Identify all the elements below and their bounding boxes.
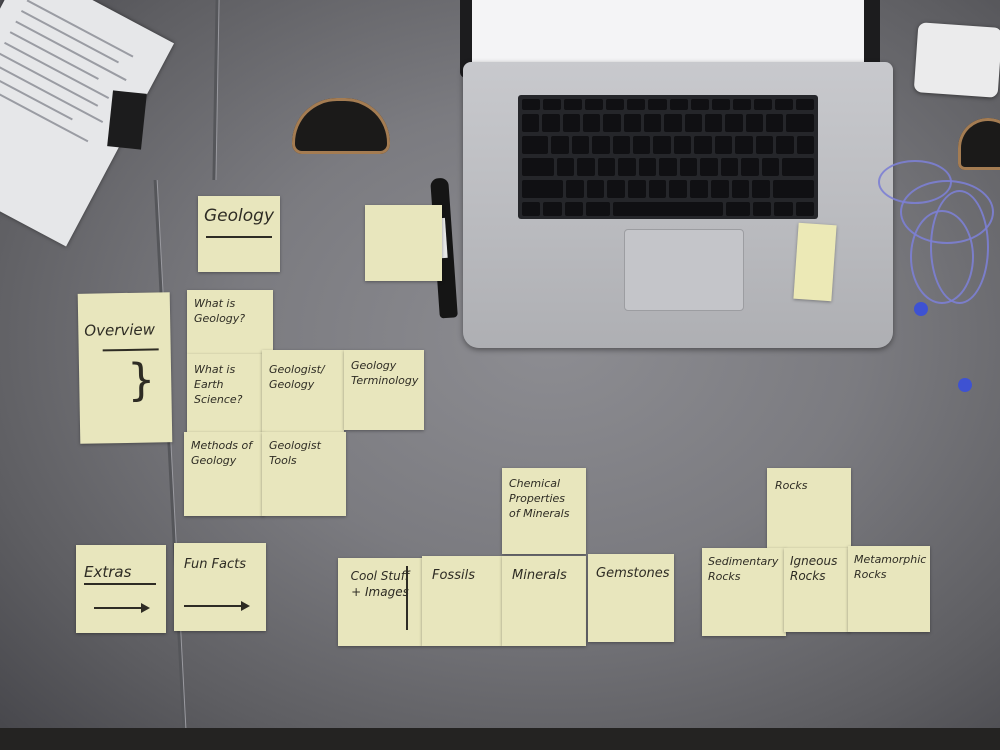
note-what-is-geology: What is Geology? — [187, 290, 273, 354]
note-metamorphic-rocks-label: Metamorphic Rocks — [854, 553, 927, 581]
note-geologist-tools: Geologist Tools — [262, 432, 346, 516]
note-what-is-earth-science: What is Earth Science? — [187, 354, 273, 432]
note-minerals: Minerals — [502, 556, 586, 646]
note-rocks-label: Rocks — [775, 479, 808, 492]
note-igneous-rocks: Igneous Rocks — [784, 548, 850, 632]
photo-scene: Geology Overview } What is Geology? What… — [0, 0, 1000, 750]
earbuds-cable — [930, 190, 989, 304]
underline — [84, 583, 156, 585]
paper-sheet — [0, 0, 175, 247]
laptop-trackpad — [624, 229, 744, 311]
note-overview-brace: } — [126, 354, 156, 406]
table-grommet-hole — [958, 118, 1000, 170]
note-extras-label: Extras — [84, 563, 132, 581]
table-seam — [153, 180, 186, 728]
small-sticky-note — [793, 222, 837, 302]
note-extras: Extras — [76, 545, 166, 633]
note-minerals-label: Minerals — [512, 568, 567, 583]
note-methods-of-geology-label: Methods of Geology — [191, 439, 253, 467]
note-what-is-geology-label: What is Geology? — [194, 297, 246, 325]
note-geology: Geology — [198, 196, 280, 272]
note-metamorphic-rocks: Metamorphic Rocks — [848, 546, 930, 632]
note-geology-terminology: Geology Terminology — [344, 350, 424, 430]
earbuds-icon — [958, 378, 972, 392]
note-cool-stuff-images-label: Cool Stuff + Images — [350, 569, 410, 599]
table-seam — [212, 0, 219, 180]
note-geology-terminology-label: Geology Terminology — [351, 359, 419, 387]
note-fossils-label: Fossils — [432, 568, 475, 583]
table-grommet-hole — [292, 98, 390, 154]
note-fossils: Fossils — [422, 556, 502, 646]
floor-strip — [0, 728, 1000, 750]
note-what-is-earth-science-label: What is Earth Science? — [194, 363, 243, 406]
note-igneous-rocks-label: Igneous Rocks — [790, 554, 838, 583]
laptop-screen — [472, 0, 864, 70]
arrow-right-icon — [184, 601, 250, 611]
note-sedimentary-rocks: Sedimentary Rocks — [702, 548, 786, 636]
laptop-keyboard — [518, 95, 818, 219]
arrow-right-icon — [94, 603, 150, 613]
underline — [206, 236, 272, 238]
note-overview-label: Overview — [84, 320, 156, 340]
divider-line — [406, 566, 408, 630]
note-chemical-properties: Chemical Properties of Minerals — [502, 468, 586, 554]
blank-sticky-note — [365, 205, 442, 281]
note-rocks: Rocks — [767, 468, 851, 548]
note-fun-facts-label: Fun Facts — [184, 557, 247, 572]
note-fun-facts: Fun Facts — [174, 543, 266, 631]
note-sedimentary-rocks-label: Sedimentary Rocks — [708, 555, 779, 583]
note-overview: Overview } — [77, 292, 173, 444]
note-gemstones: Gemstones — [588, 554, 674, 642]
binder-clip — [107, 90, 147, 150]
earbuds-icon — [914, 302, 928, 316]
underline — [102, 348, 159, 352]
note-geologist-tools-label: Geologist Tools — [269, 439, 321, 467]
note-cool-stuff-images: Cool Stuff + Images — [338, 558, 422, 646]
note-chemical-properties-label: Chemical Properties of Minerals — [509, 477, 570, 520]
note-geology-label: Geology — [204, 206, 275, 226]
note-gemstones-label: Gemstones — [596, 566, 670, 581]
note-geologist-geology: Geologist/ Geology — [262, 350, 344, 432]
note-methods-of-geology: Methods of Geology — [184, 432, 264, 516]
power-adapter-icon — [913, 22, 1000, 98]
note-geologist-geology-label: Geologist/ Geology — [269, 363, 325, 391]
